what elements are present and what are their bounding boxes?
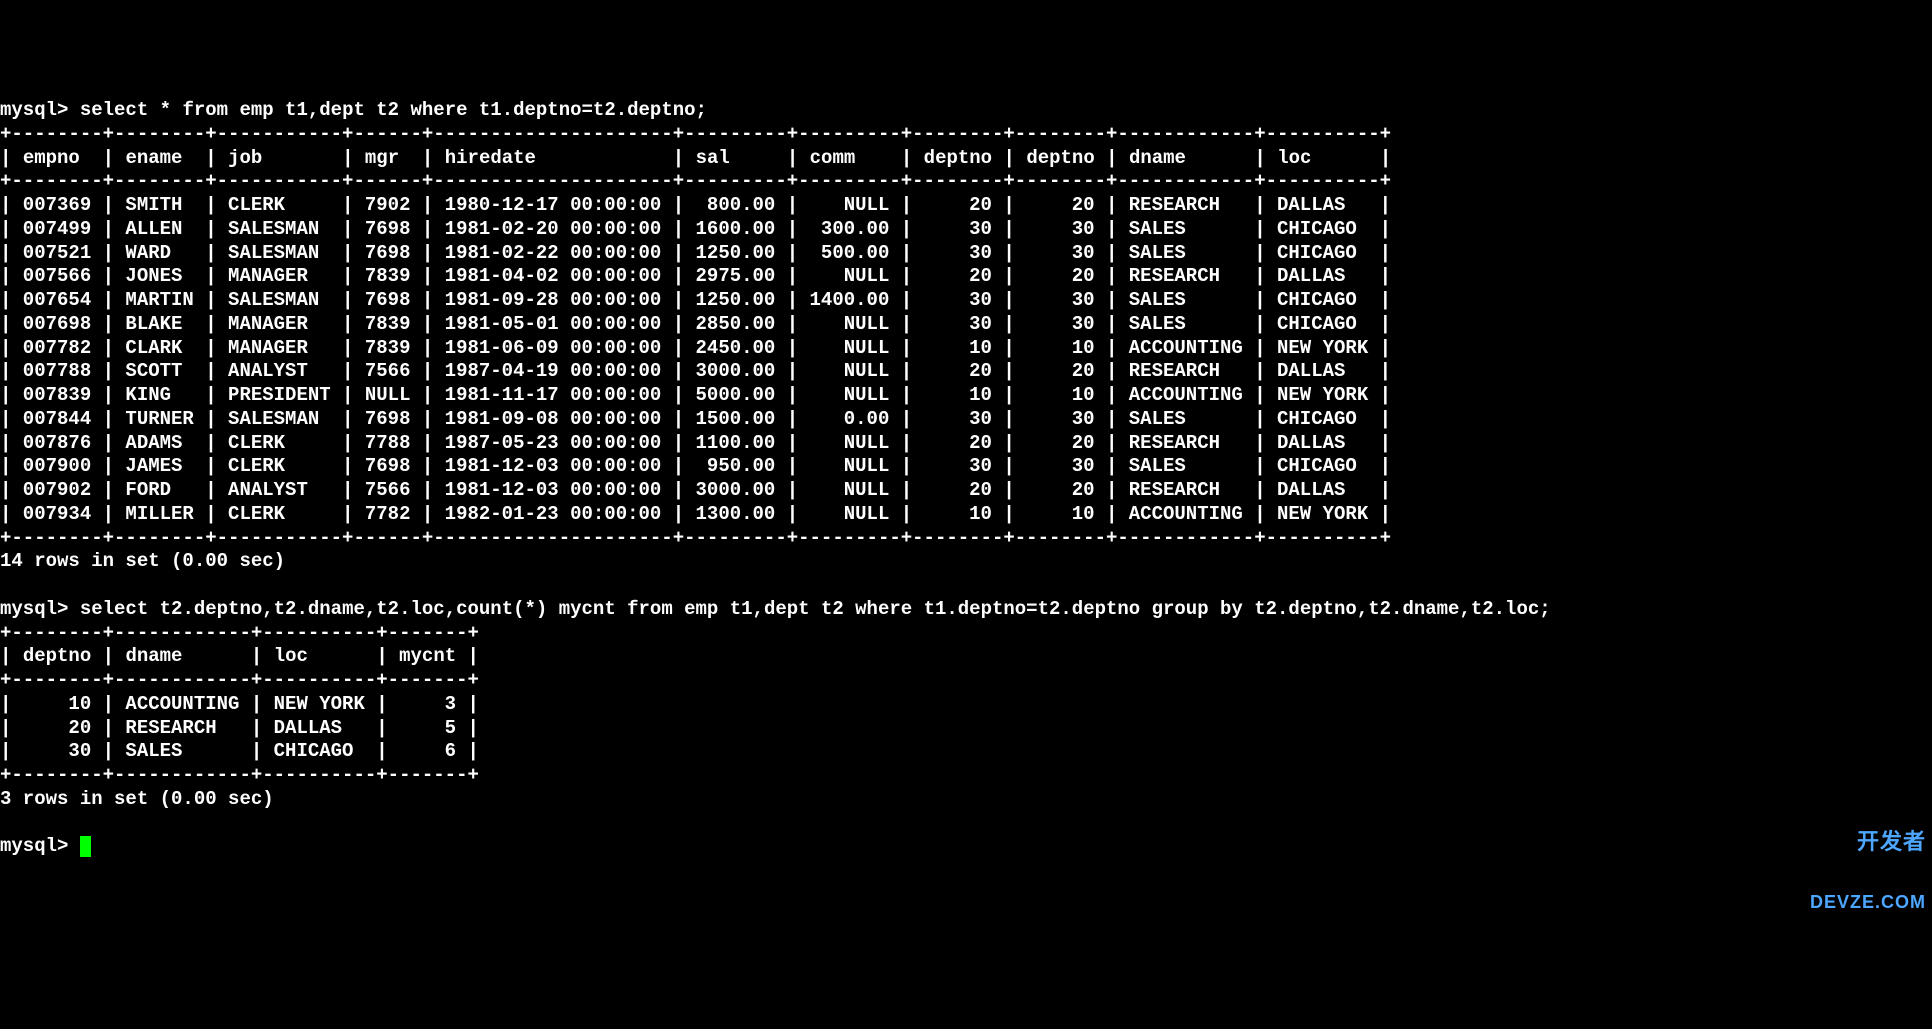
table2-border-bottom: +--------+------------+----------+------… [0,764,479,786]
prompt-line[interactable]: mysql> [0,835,91,857]
table1-header-row: | empno | ename | job | mgr | hiredate |… [0,147,1391,169]
mysql-prompt: mysql> [0,835,68,857]
table2-data-rows: | 10 | ACCOUNTING | NEW YORK | 3 | | 20 … [0,693,479,763]
mysql-prompt: mysql> [0,99,68,121]
query2-command: select t2.deptno,t2.dname,t2.loc,count(*… [80,598,1551,620]
watermark-line1: 开发者 [1810,831,1926,853]
mysql-prompt: mysql> [0,598,68,620]
table2-border-mid: +--------+------------+----------+------… [0,669,479,691]
table1-border-top: +--------+--------+-----------+------+--… [0,123,1391,145]
query2-footer: 3 rows in set (0.00 sec) [0,788,274,810]
query1-line: mysql> select * from emp t1,dept t2 wher… [0,99,707,121]
query2-line: mysql> select t2.deptno,t2.dname,t2.loc,… [0,598,1551,620]
table2-border-top: +--------+------------+----------+------… [0,622,479,644]
watermark-line2: DEVZE.COM [1810,893,1926,911]
query1-footer: 14 rows in set (0.00 sec) [0,550,285,572]
table1-data-rows: | 007369 | SMITH | CLERK | 7902 | 1980-1… [0,194,1391,525]
terminal-output[interactable]: mysql> select * from emp t1,dept t2 wher… [0,95,1932,863]
table1-border-mid: +--------+--------+-----------+------+--… [0,170,1391,192]
cursor [80,836,91,857]
query1-command: select * from emp t1,dept t2 where t1.de… [80,99,707,121]
table2-header-row: | deptno | dname | loc | mycnt | [0,645,479,667]
table1-border-bottom: +--------+--------+-----------+------+--… [0,527,1391,549]
watermark: 开发者 DEVZE.COM [1810,791,1926,931]
